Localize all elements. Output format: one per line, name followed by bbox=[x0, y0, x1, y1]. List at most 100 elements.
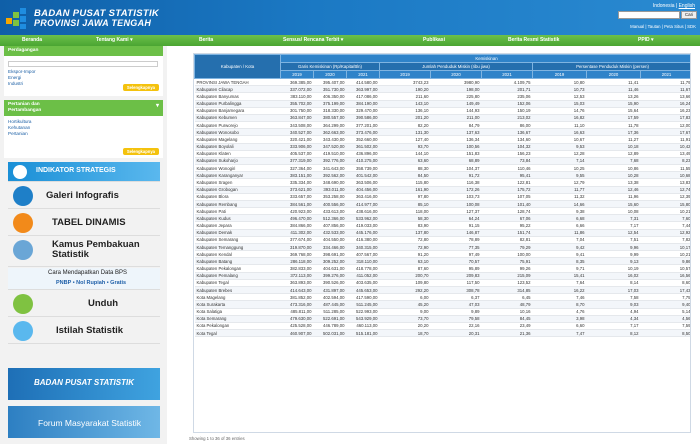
value-cell: 363.506,00 bbox=[346, 178, 380, 187]
value-cell: 190,20 bbox=[379, 85, 431, 94]
value-cell: 117,50 bbox=[430, 279, 482, 287]
site-header: BADAN PUSAT STATISTIK PROVINSI JAWA TENG… bbox=[0, 0, 700, 35]
year-header[interactable]: 2021 bbox=[346, 70, 380, 79]
year-header[interactable]: 2020 bbox=[586, 70, 641, 79]
value-cell: 318.330,00 bbox=[313, 107, 347, 115]
value-cell: 377.674,00 bbox=[280, 236, 314, 244]
value-cell: 445.653,00 bbox=[346, 286, 380, 295]
value-cell: 10,86 bbox=[586, 164, 641, 173]
value-cell: 407.856,00 bbox=[313, 221, 347, 230]
value-cell: 127,40 bbox=[379, 135, 431, 144]
value-cell: 418.778,00 bbox=[346, 264, 380, 273]
region-name-cell: Kabupaten Wonogiri bbox=[194, 164, 281, 173]
tile-cara-mendapatkan-data[interactable]: Cara Mendapatkan Data BPS PNBP • Nol Rup… bbox=[8, 268, 160, 290]
nav-item-berita[interactable]: Berita bbox=[199, 35, 213, 46]
lang-indonesia-link[interactable]: Indonesia bbox=[653, 3, 675, 9]
value-cell: 9,96 bbox=[586, 243, 641, 252]
value-cell: 16,56 bbox=[640, 272, 690, 280]
bps-logo-icon[interactable] bbox=[5, 6, 29, 30]
year-header[interactable]: 2020 bbox=[313, 70, 347, 79]
value-cell: 12,28 bbox=[532, 150, 587, 158]
value-cell: 511.245,00 bbox=[346, 300, 380, 309]
table-row: Kabupaten Purworejo 343.508,00 364.299,00 3… bbox=[194, 121, 690, 130]
year-header[interactable]: 2020 bbox=[430, 70, 482, 79]
search-input[interactable] bbox=[618, 11, 680, 19]
banner-forum-masyarakat[interactable]: Forum Masyarakat Statistik bbox=[8, 406, 160, 438]
nav-item-tentang-kami[interactable]: Tentang Kami ▾ bbox=[96, 35, 133, 46]
region-name-cell: Kabupaten Blora bbox=[194, 193, 281, 201]
value-cell: 10,73 bbox=[532, 85, 587, 94]
table-row: Kabupaten Jepara 384.866,00 407.856,00 419.… bbox=[194, 221, 690, 230]
value-cell: 411.302,00 bbox=[280, 229, 314, 237]
value-cell: 369.768,00 bbox=[280, 250, 314, 259]
value-cell: 12,89 bbox=[586, 150, 641, 158]
value-cell: 11,96 bbox=[586, 193, 641, 201]
table-row: Kabupaten Kendal 369.768,00 398.691,00 407.… bbox=[194, 250, 690, 259]
table-row: Kota Semarang 479.630,00 522.691,00 543.929… bbox=[194, 315, 690, 323]
panel-perdagangan-title: Perdagangan bbox=[4, 46, 163, 56]
lang-english-link[interactable]: English bbox=[679, 3, 695, 9]
panel-pertanian-header[interactable]: Pertanian dan Pertambangan ▾ bbox=[4, 100, 163, 116]
tile-indikator-strategis[interactable]: INDIKATOR STRATEGIS bbox=[8, 162, 160, 182]
panel-pertanian-title-2: Pertambangan bbox=[8, 108, 42, 113]
nav-item-beranda[interactable]: Beranda bbox=[22, 35, 42, 46]
value-cell: 487.445,00 bbox=[313, 300, 347, 309]
region-name-cell: Kabupaten Kendal bbox=[194, 250, 281, 259]
value-cell: 14,66 bbox=[532, 200, 587, 209]
value-cell: 343.430,00 bbox=[313, 135, 347, 144]
region-name-cell: Kabupaten Rembang bbox=[194, 200, 281, 209]
nav-item-brs[interactable]: Berita Resmi Statistik bbox=[508, 35, 559, 46]
value-cell: 414.580,00 bbox=[346, 78, 380, 87]
year-header[interactable]: 2019 bbox=[280, 70, 314, 79]
tile-istilah-statistik[interactable]: Istilah Statistik bbox=[8, 318, 160, 344]
search-button[interactable]: Cari bbox=[681, 11, 697, 19]
value-cell: 7,60 bbox=[640, 214, 690, 223]
value-cell: 348.690,00 bbox=[313, 178, 347, 187]
value-cell: 144,10 bbox=[379, 150, 431, 158]
value-cell: 7,64 bbox=[532, 279, 587, 287]
selengkapnya-button[interactable]: Selengkapnya bbox=[122, 148, 159, 155]
nav-item-ppid[interactable]: PPID ▾ bbox=[638, 35, 654, 46]
value-cell: 377.319,00 bbox=[280, 157, 314, 166]
value-cell: 13,49 bbox=[640, 150, 690, 158]
value-cell: 5,14 bbox=[640, 308, 690, 316]
tile-galeri-infografis[interactable]: Galeri Infografis bbox=[8, 183, 160, 209]
banner-bps[interactable]: BADAN PUSAT STATISTIK bbox=[8, 368, 160, 400]
value-cell: 64,24 bbox=[430, 214, 482, 223]
value-cell: 11,32 bbox=[532, 193, 587, 201]
table-row: Kota Tegal 460.907,00 502.031,00 515.181,00… bbox=[194, 329, 690, 338]
value-cell: 9,55 bbox=[532, 171, 587, 180]
col-header-kabupaten[interactable]: Kabupaten / Kota bbox=[194, 54, 281, 79]
year-header[interactable]: 2019 bbox=[532, 70, 587, 79]
year-header[interactable]: 2021 bbox=[639, 70, 690, 79]
link-pertanian[interactable]: Pertanian bbox=[8, 131, 159, 137]
table-row: Kabupaten Wonosobo 340.527,00 362.663,00 37… bbox=[194, 128, 690, 137]
value-cell: 496.470,00 bbox=[280, 214, 314, 223]
value-cell: 362.663,00 bbox=[313, 128, 347, 137]
value-cell: 320.421,00 bbox=[280, 135, 314, 144]
value-cell: 6,68 bbox=[532, 214, 587, 223]
value-cell: 15,41 bbox=[532, 272, 587, 280]
year-header[interactable]: 2021 bbox=[481, 70, 533, 79]
value-cell: 63,60 bbox=[379, 157, 431, 166]
tile-tabel-dinamis[interactable]: TABEL DINAMIS bbox=[8, 210, 160, 236]
value-cell: 146,87 bbox=[430, 229, 482, 237]
value-cell: 3743,23 bbox=[379, 78, 431, 87]
value-cell: 13,26 bbox=[586, 92, 641, 101]
region-name-cell: Kabupaten Boyolali bbox=[194, 143, 281, 151]
quick-links[interactable]: Manual | Tautan | Peta Situs | SDK bbox=[630, 24, 696, 29]
value-cell: 156,23 bbox=[481, 150, 533, 158]
nav-item-sensus[interactable]: Sensus/ Rencana Terbit ▾ bbox=[283, 35, 343, 46]
topic-select[interactable] bbox=[8, 61, 158, 67]
value-cell: 9,99 bbox=[586, 250, 641, 259]
value-cell: 215,09 bbox=[481, 272, 533, 280]
tile-kamus-pembakuan[interactable]: Kamus Pembakuan Statistik bbox=[8, 237, 160, 267]
selengkapnya-button[interactable]: Selengkapnya bbox=[122, 84, 159, 91]
value-cell: 318.110,00 bbox=[346, 257, 380, 266]
table-row: PROVINSI JAWA TENGAH 369.385,00 395.407,00… bbox=[194, 78, 690, 87]
value-cell: 115,80 bbox=[379, 178, 431, 187]
nav-item-publikasi[interactable]: Publikasi bbox=[423, 35, 445, 46]
year-header[interactable]: 2019 bbox=[379, 70, 431, 79]
value-cell: 438.616,00 bbox=[346, 207, 380, 216]
tile-unduh[interactable]: Unduh bbox=[8, 291, 160, 317]
